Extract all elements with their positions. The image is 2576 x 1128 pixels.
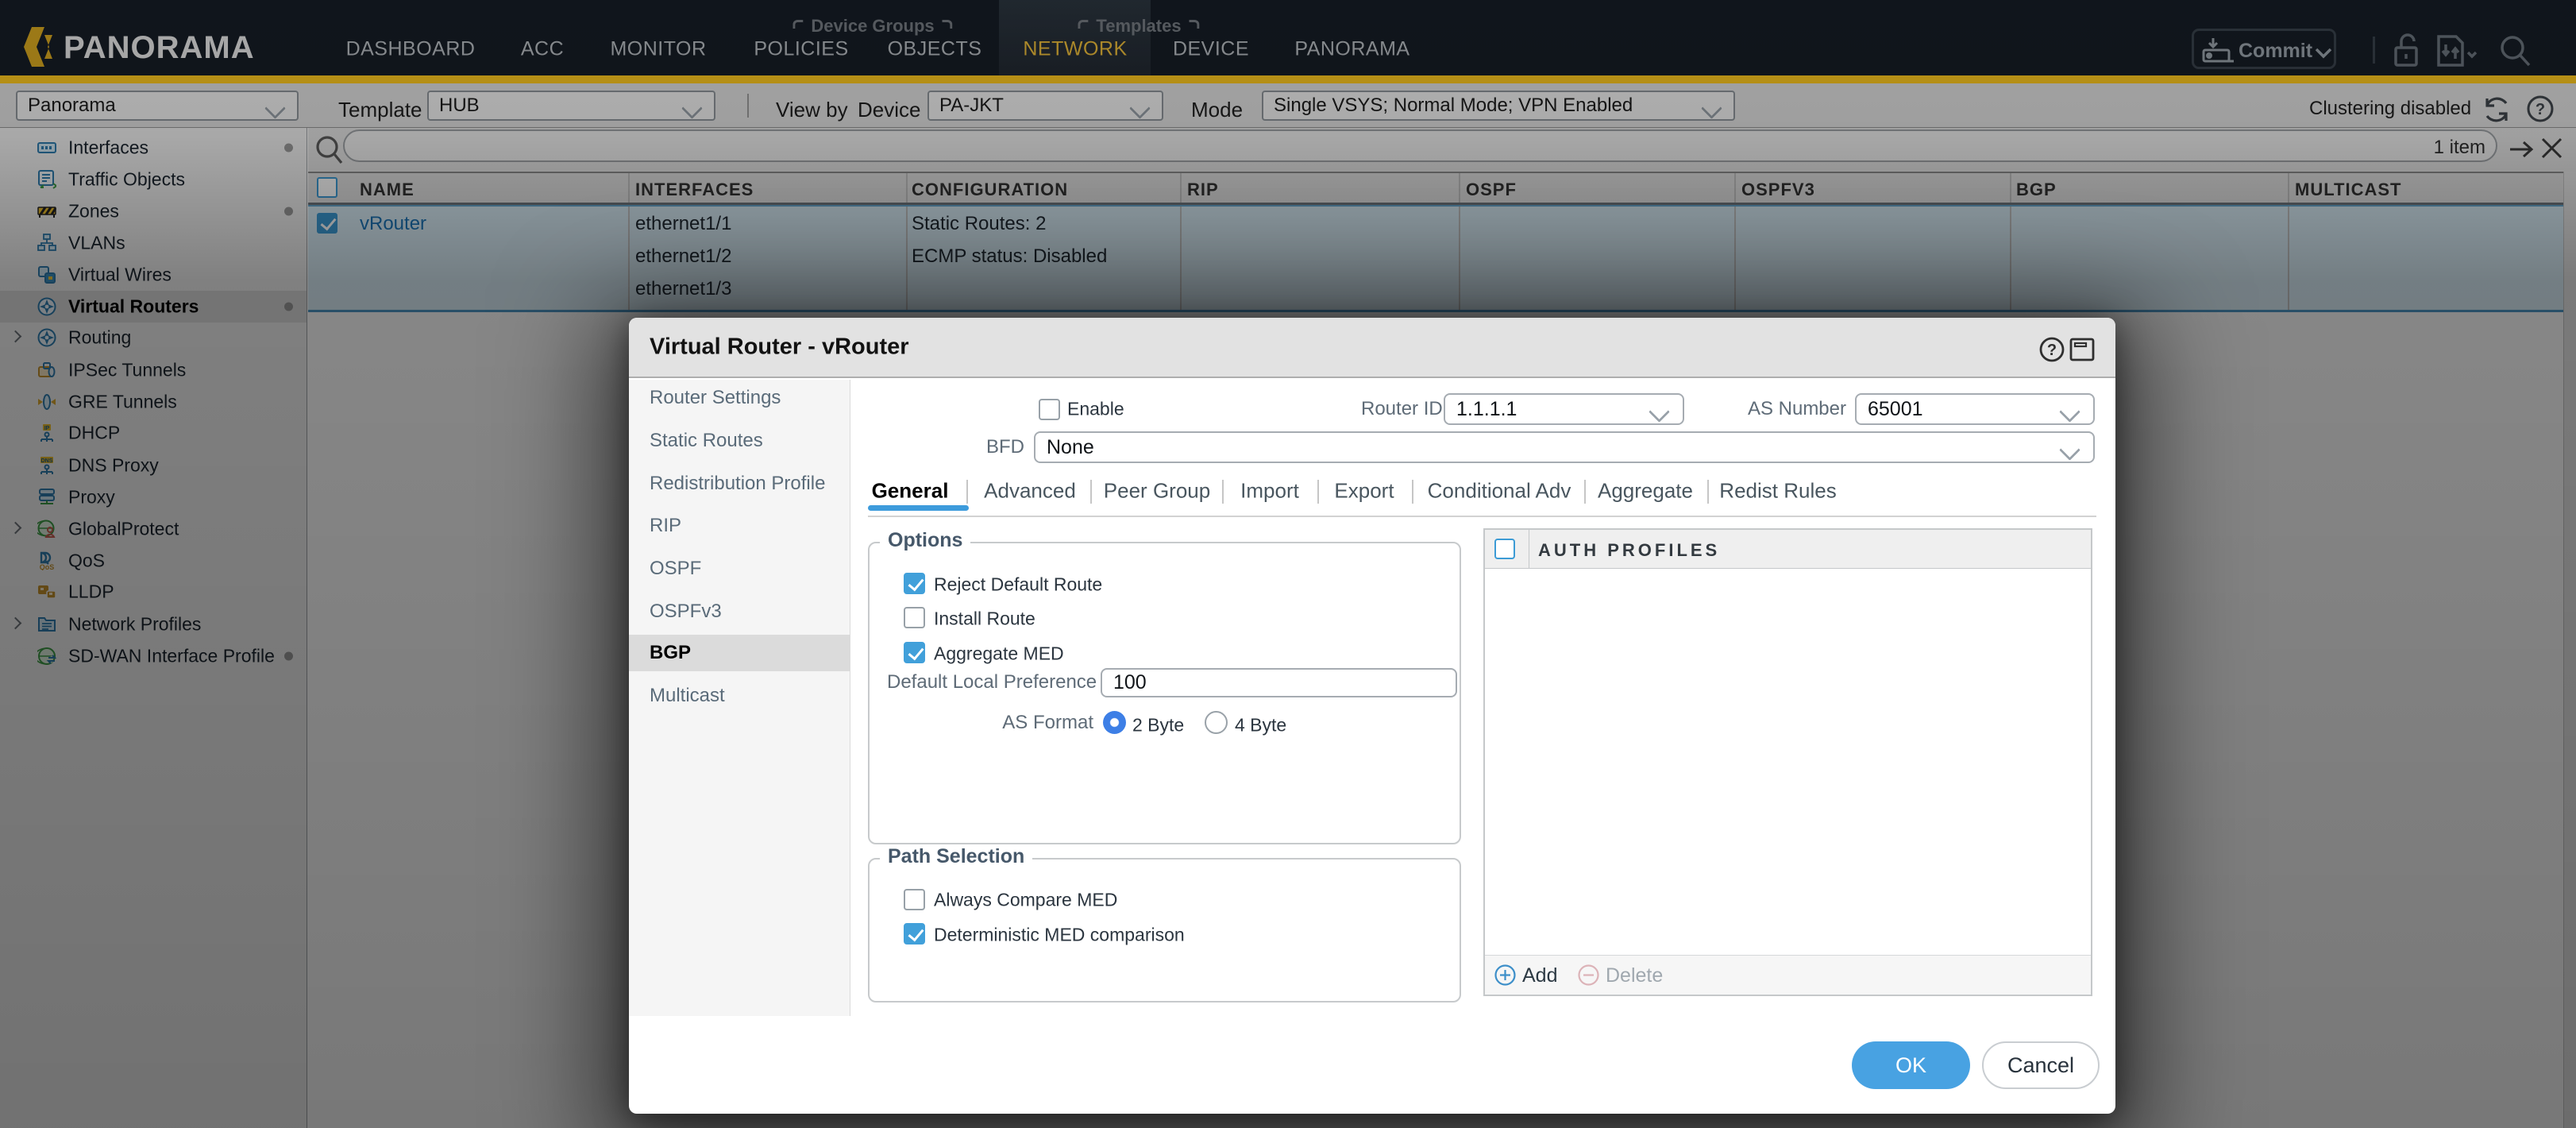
svg-text:?: ? — [2047, 342, 2057, 359]
